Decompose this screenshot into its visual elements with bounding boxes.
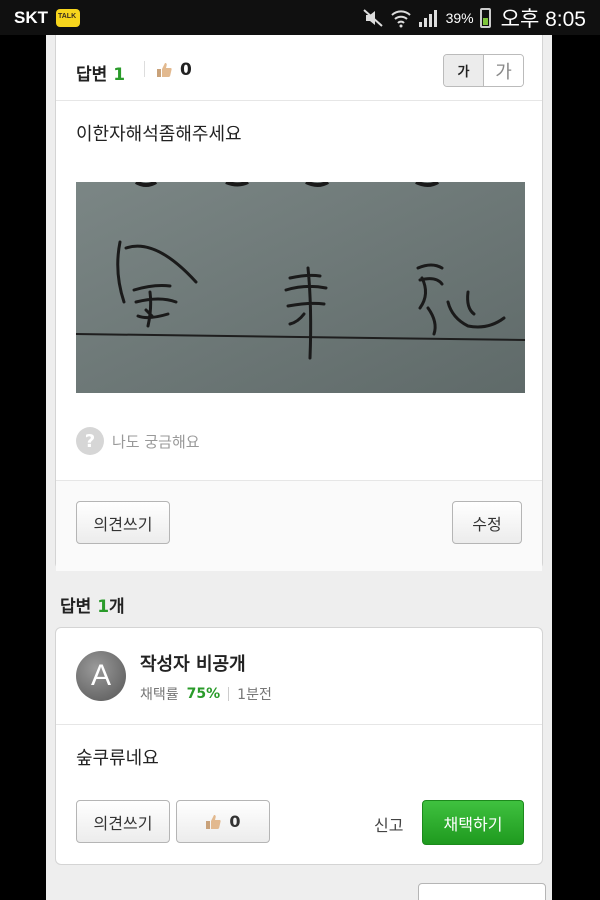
- thumbs-up-icon: [157, 63, 172, 77]
- answers-heading-label: 답변: [60, 597, 92, 617]
- write-opinion-button[interactable]: 의견쓰기: [76, 501, 170, 544]
- clock: 오후 8:05: [500, 7, 586, 31]
- report-link[interactable]: 신고: [374, 812, 403, 836]
- question-mark-icon: ?: [76, 427, 104, 455]
- author-name: 작성자 비공개: [140, 654, 246, 675]
- status-bar: SKT 39% 오후 8:05: [0, 0, 600, 35]
- curious-button[interactable]: ? 나도 궁금해요: [76, 427, 200, 455]
- select-answer-button[interactable]: 채택하기: [422, 800, 524, 845]
- answer-card: A 작성자 비공개 채택률 75% 1분전 숲쿠류네요 의견쓰기 0 신고 채택…: [55, 627, 543, 865]
- font-large-button[interactable]: 가: [484, 55, 523, 86]
- divider: [56, 724, 542, 725]
- battery-icon: [479, 7, 491, 28]
- answer-text: 숲쿠류네요: [76, 748, 159, 769]
- answer-count-label: 답변 1: [76, 60, 125, 85]
- wifi-icon: [390, 9, 411, 27]
- answer-like-button[interactable]: 0: [176, 800, 270, 843]
- divider: [228, 687, 230, 701]
- signal-icon: [418, 9, 437, 27]
- question-footer: 의견쓰기 수정: [56, 480, 542, 571]
- question-like-count: 0: [180, 60, 192, 80]
- question-image[interactable]: [76, 182, 525, 393]
- answer-count: 1: [113, 65, 126, 85]
- battery-percent: 39%: [445, 9, 474, 26]
- kakaotalk-icon: [56, 8, 80, 27]
- app-screen: 답변 1 0 가 가 이한자해석좀해주세요 ? 나도 궁금해요 의견쓰기 수정 …: [46, 35, 552, 900]
- font-size-toggle: 가 가: [443, 54, 524, 87]
- carrier-label: SKT: [14, 7, 48, 27]
- answers-heading: 답변 1개: [60, 592, 125, 617]
- handwriting-photo: [76, 182, 525, 393]
- bottom-partial-button[interactable]: [418, 883, 546, 900]
- question-header: 답변 1 0 가 가: [56, 35, 542, 101]
- question-like[interactable]: 0: [156, 60, 192, 80]
- answer-opinion-button[interactable]: 의견쓰기: [76, 800, 170, 843]
- font-small-button[interactable]: 가: [444, 55, 484, 86]
- answers-heading-unit: 개: [109, 597, 125, 617]
- mute-icon: [362, 8, 383, 27]
- answer-like-count: 0: [229, 812, 241, 831]
- answer-stats: 채택률 75% 1분전: [140, 684, 272, 704]
- bottom-section-title: [60, 890, 65, 900]
- question-body: 이한자해석좀해주세요: [76, 124, 242, 145]
- divider: [144, 61, 145, 77]
- question-card: 답변 1 0 가 가 이한자해석좀해주세요 ? 나도 궁금해요 의견쓰기 수정: [55, 35, 543, 571]
- answer-time: 1분전: [237, 687, 272, 703]
- adoption-label: 채택률: [140, 687, 179, 703]
- answer-label: 답변: [76, 65, 108, 85]
- avatar: A: [76, 651, 126, 701]
- answers-heading-count: 1: [97, 597, 110, 617]
- edit-button[interactable]: 수정: [452, 501, 522, 544]
- curious-label: 나도 궁금해요: [112, 432, 200, 451]
- adoption-rate: 75%: [186, 686, 221, 702]
- thumbs-up-icon: [206, 814, 222, 829]
